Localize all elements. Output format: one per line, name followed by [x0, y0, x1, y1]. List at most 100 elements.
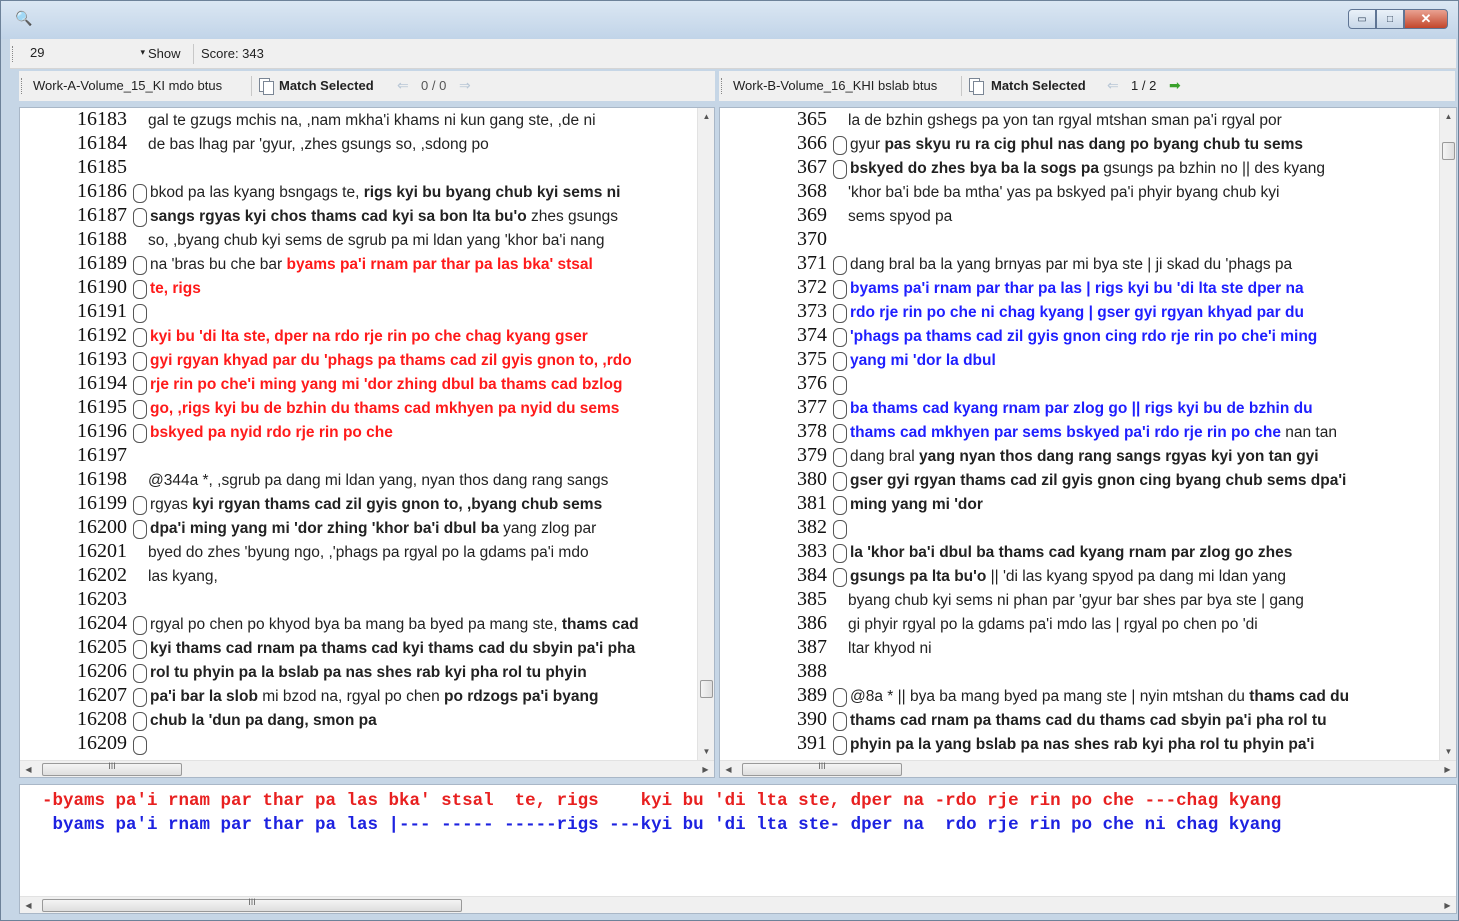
- scroll-up-icon[interactable]: ▲: [1440, 108, 1456, 125]
- scroll-right-icon[interactable]: ▶: [697, 761, 714, 777]
- text-line[interactable]: 369 sems spyod pa: [720, 204, 1439, 228]
- text-line[interactable]: 378 thams cad mkhyen par sems bskyed pa'i…: [720, 420, 1439, 444]
- toolbar-grip[interactable]: [721, 78, 724, 94]
- close-button[interactable]: ✕: [1404, 9, 1448, 29]
- scroll-thumb[interactable]: III: [42, 897, 462, 912]
- text-line[interactable]: 366 gyur pas skyu ru ra cig phul nas dang…: [720, 132, 1439, 156]
- left-vertical-scrollbar[interactable]: ▲ ▼: [697, 108, 714, 760]
- left-horizontal-scrollbar[interactable]: ◀ III ▶: [20, 760, 714, 777]
- text-line[interactable]: 16204 rgyal po chen po khyod bya ba mang …: [20, 612, 697, 636]
- match-marker-icon[interactable]: [133, 712, 147, 731]
- match-marker-icon[interactable]: [833, 424, 847, 443]
- text-line[interactable]: 16190 te, rigs: [20, 276, 697, 300]
- right-prev-arrow-icon[interactable]: ⇐: [1107, 77, 1119, 94]
- text-line[interactable]: 367 bskyed do zhes bya ba la sogs pa gsun…: [720, 156, 1439, 180]
- right-next-arrow-icon[interactable]: ➡: [1169, 77, 1181, 94]
- text-line[interactable]: 381 ming yang mi 'dor: [720, 492, 1439, 516]
- scroll-right-icon[interactable]: ▶: [1439, 761, 1456, 777]
- text-line[interactable]: 16185: [20, 156, 697, 180]
- match-marker-icon[interactable]: [833, 520, 847, 539]
- text-line[interactable]: 368 'khor ba'i bde ba mtha' yas pa bskyed…: [720, 180, 1439, 204]
- match-marker-icon[interactable]: [833, 136, 847, 155]
- match-marker-icon[interactable]: [833, 304, 847, 323]
- text-line[interactable]: 386 gi phyir rgyal po la gdams pa'i mdo l…: [720, 612, 1439, 636]
- match-marker-icon[interactable]: [833, 328, 847, 347]
- text-line[interactable]: 375 yang mi 'dor la dbul: [720, 348, 1439, 372]
- text-line[interactable]: 16206 rol tu phyin pa la bslab pa nas she…: [20, 660, 697, 684]
- text-line[interactable]: 384 gsungs pa lta bu'o || 'di las kyang s…: [720, 564, 1439, 588]
- scroll-left-icon[interactable]: ◀: [720, 761, 737, 777]
- match-marker-icon[interactable]: [833, 400, 847, 419]
- match-marker-icon[interactable]: [133, 328, 147, 347]
- match-marker-icon[interactable]: [133, 424, 147, 443]
- right-horizontal-scrollbar[interactable]: ◀ III ▶: [720, 760, 1456, 777]
- match-marker-icon[interactable]: [133, 184, 147, 203]
- alignment-horizontal-scrollbar[interactable]: ◀ III ▶: [20, 896, 1456, 913]
- text-line[interactable]: 16194 rje rin po che'i ming yang mi 'dor …: [20, 372, 697, 396]
- match-marker-icon[interactable]: [833, 568, 847, 587]
- left-prev-arrow-icon[interactable]: ⇐: [397, 77, 409, 94]
- text-line[interactable]: 16195 go, ,rigs kyi bu de bzhin du thams …: [20, 396, 697, 420]
- scroll-down-icon[interactable]: ▼: [698, 743, 714, 760]
- text-line[interactable]: 390 thams cad rnam pa thams cad du thams …: [720, 708, 1439, 732]
- match-marker-icon[interactable]: [833, 496, 847, 515]
- match-marker-icon[interactable]: [833, 472, 847, 491]
- text-line[interactable]: 16198 @344a *, ,sgrub pa dang mi ldan yan…: [20, 468, 697, 492]
- text-line[interactable]: 16203: [20, 588, 697, 612]
- match-marker-icon[interactable]: [833, 256, 847, 275]
- match-marker-icon[interactable]: [833, 352, 847, 371]
- text-line[interactable]: 16192 kyi bu 'di lta ste, dper na rdo rje…: [20, 324, 697, 348]
- text-line[interactable]: 16199 rgyas kyi rgyan thams cad zil gyis …: [20, 492, 697, 516]
- text-line[interactable]: 383 la 'khor ba'i dbul ba thams cad kyang…: [720, 540, 1439, 564]
- match-marker-icon[interactable]: [133, 256, 147, 275]
- text-line[interactable]: 16197: [20, 444, 697, 468]
- match-marker-icon[interactable]: [133, 280, 147, 299]
- match-marker-icon[interactable]: [833, 544, 847, 563]
- match-marker-icon[interactable]: [833, 376, 847, 395]
- text-line[interactable]: 16208 chub la 'dun pa dang, smon pa: [20, 708, 697, 732]
- match-marker-icon[interactable]: [833, 280, 847, 299]
- scroll-left-icon[interactable]: ◀: [20, 897, 37, 913]
- text-line[interactable]: 372 byams pa'i rnam par thar pa las | rig…: [720, 276, 1439, 300]
- show-button[interactable]: Show: [148, 46, 181, 61]
- text-line[interactable]: 16189 na 'bras bu che bar byams pa'i rnam…: [20, 252, 697, 276]
- match-marker-icon[interactable]: [133, 496, 147, 515]
- text-line[interactable]: 16187 sangs rgyas kyi chos thams cad kyi …: [20, 204, 697, 228]
- match-marker-icon[interactable]: [133, 640, 147, 659]
- match-marker-icon[interactable]: [133, 736, 147, 755]
- match-marker-icon[interactable]: [133, 352, 147, 371]
- maximize-button[interactable]: □: [1376, 9, 1404, 29]
- text-line[interactable]: 365 la de bzhin gshegs pa yon tan rgyal m…: [720, 108, 1439, 132]
- text-line[interactable]: 16191: [20, 300, 697, 324]
- text-line[interactable]: 388: [720, 660, 1439, 684]
- text-line[interactable]: 389 @8a * || bya ba mang byed pa mang ste…: [720, 684, 1439, 708]
- scroll-down-icon[interactable]: ▼: [1440, 743, 1456, 760]
- match-marker-icon[interactable]: [133, 616, 147, 635]
- text-line[interactable]: 373 rdo rje rin po che ni chag kyang | gs…: [720, 300, 1439, 324]
- text-line[interactable]: 16205 kyi thams cad rnam pa thams cad kyi…: [20, 636, 697, 660]
- match-marker-icon[interactable]: [133, 664, 147, 683]
- text-line[interactable]: 16188 so, ,byang chub kyi sems de sgrub p…: [20, 228, 697, 252]
- scroll-thumb[interactable]: [1442, 142, 1455, 160]
- text-line[interactable]: 16183 gal te gzugs mchis na, ,nam mkha'i …: [20, 108, 697, 132]
- match-marker-icon[interactable]: [133, 304, 147, 323]
- toolbar-grip[interactable]: [21, 78, 24, 94]
- text-line[interactable]: 377 ba thams cad kyang rnam par zlog go |…: [720, 396, 1439, 420]
- match-marker-icon[interactable]: [133, 208, 147, 227]
- text-line[interactable]: 387 ltar khyod ni: [720, 636, 1439, 660]
- text-line[interactable]: 16196 bskyed pa nyid rdo rje rin po che: [20, 420, 697, 444]
- text-line[interactable]: 16209: [20, 732, 697, 756]
- text-line[interactable]: 376: [720, 372, 1439, 396]
- text-line[interactable]: 385 byang chub kyi sems ni phan par 'gyur…: [720, 588, 1439, 612]
- match-marker-icon[interactable]: [133, 688, 147, 707]
- left-next-arrow-icon[interactable]: ⇒: [459, 77, 471, 94]
- text-line[interactable]: 16193 gyi rgyan khyad par du 'phags pa th…: [20, 348, 697, 372]
- text-line[interactable]: 16184 de bas lhag par 'gyur, ,zhes gsungs…: [20, 132, 697, 156]
- match-marker-icon[interactable]: [133, 376, 147, 395]
- match-marker-icon[interactable]: [833, 448, 847, 467]
- scroll-up-icon[interactable]: ▲: [698, 108, 714, 125]
- text-line[interactable]: 380 gser gyi rgyan thams cad zil gyis gno…: [720, 468, 1439, 492]
- scroll-thumb[interactable]: III: [42, 761, 182, 776]
- text-line[interactable]: 391 phyin pa la yang bslab pa nas shes ra…: [720, 732, 1439, 756]
- scroll-thumb[interactable]: [700, 680, 713, 698]
